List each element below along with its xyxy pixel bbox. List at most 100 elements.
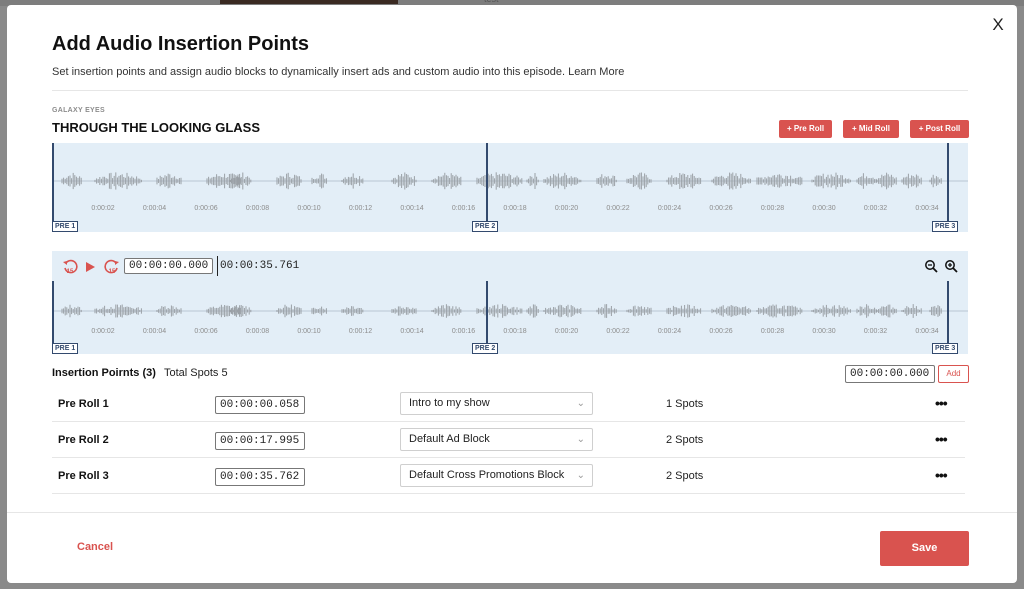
chevron-down-icon: ⌄ xyxy=(576,470,585,481)
add-mid-roll-button[interactable]: + Mid Roll xyxy=(843,120,899,138)
divider xyxy=(52,90,968,91)
more-icon[interactable]: ••• xyxy=(935,395,948,411)
insertion-marker-line[interactable] xyxy=(486,143,488,232)
waveform-detail[interactable]: 0:00:02 0:00:04 0:00:06 0:00:08 0:00:10 0:00:… xyxy=(52,281,968,354)
footer-divider xyxy=(7,512,1017,513)
skip-back-label: 15 xyxy=(67,269,74,275)
episode-title: THROUGH THE LOOKING GLASS xyxy=(52,120,260,135)
insertion-marker-tag[interactable]: PRE 3 xyxy=(932,221,959,232)
timeline-tick-label: 0:00:28 xyxy=(760,205,785,212)
audio-block-value: Default Ad Block xyxy=(409,433,490,445)
row-name: Pre Roll 3 xyxy=(58,470,109,482)
timeline-tick-label: 0:00:18 xyxy=(503,205,527,212)
table-row: Pre Roll 3 00:00:35.762 Default Cross Pr… xyxy=(52,458,965,494)
skip-forward-label: 15 xyxy=(109,269,116,275)
audio-block-select[interactable]: Default Ad Block ⌄ xyxy=(400,428,593,451)
new-insertion-time-field[interactable]: 00:00:00.000 xyxy=(845,365,935,383)
insertion-marker-tag[interactable]: PRE 3 xyxy=(932,343,959,354)
timeline-tick-label: 0:00:16 xyxy=(451,205,476,212)
table-row: Pre Roll 2 00:00:17.995 Default Ad Block… xyxy=(52,422,965,458)
waveform-graph xyxy=(52,172,968,190)
insertion-marker-line[interactable] xyxy=(52,143,54,232)
timeline-tick-label: 0:00:06 xyxy=(194,328,218,335)
row-name: Pre Roll 1 xyxy=(58,398,109,410)
timeline-tick-label: 0:00:20 xyxy=(554,328,579,335)
more-icon[interactable]: ••• xyxy=(935,431,948,447)
more-icon[interactable]: ••• xyxy=(935,467,948,483)
timeline-tick-label: 0:00:10 xyxy=(297,328,321,335)
add-insertion-button[interactable]: Add xyxy=(938,365,969,383)
timeline-tick-label: 0:00:24 xyxy=(657,328,682,335)
timeline-tick-label: 0:00:26 xyxy=(709,205,733,212)
insertion-marker-tag[interactable]: PRE 1 xyxy=(52,343,79,354)
time-divider xyxy=(217,256,218,276)
timeline-tick-label: 0:00:02 xyxy=(91,205,115,212)
timeline-tick-label: 0:00:16 xyxy=(451,328,476,335)
timeline-tick-label: 0:00:04 xyxy=(142,328,167,335)
row-time-field[interactable]: 00:00:17.995 xyxy=(215,432,305,450)
timeline-tick-label: 0:00:20 xyxy=(554,205,579,212)
timeline-tick-label: 0:00:30 xyxy=(812,328,836,335)
timeline-tick-label: 0:00:08 xyxy=(245,205,270,212)
add-pre-roll-button[interactable]: + Pre Roll xyxy=(779,120,832,138)
close-icon[interactable]: X xyxy=(988,15,1008,35)
modal-title: Add Audio Insertion Points xyxy=(52,33,310,55)
timeline-tick-label: 0:00:22 xyxy=(606,205,630,212)
timeline-tick-label: 0:00:18 xyxy=(503,328,527,335)
row-time-field[interactable]: 00:00:00.058 xyxy=(215,396,305,414)
timeline-tick-label: 0:00:02 xyxy=(91,328,115,335)
timeline-tick-label: 0:00:12 xyxy=(348,328,373,335)
timeline-tick-label: 0:00:32 xyxy=(863,328,888,335)
waveform-graph xyxy=(52,304,968,318)
insertion-marker-tag[interactable]: PRE 2 xyxy=(472,221,499,232)
skip-back-icon[interactable]: 15 xyxy=(62,259,78,280)
row-time-field[interactable]: 00:00:35.762 xyxy=(215,468,305,486)
chevron-down-icon: ⌄ xyxy=(576,434,585,445)
row-spots: 2 Spots xyxy=(666,470,704,482)
waveform-overview[interactable]: 0:00:02 0:00:04 0:00:06 0:00:08 0:00:10 0:00:… xyxy=(52,143,968,232)
current-time-field[interactable]: 00:00:00.000 xyxy=(124,258,214,274)
cancel-button[interactable]: Cancel xyxy=(77,541,113,553)
skip-forward-icon[interactable]: 15 xyxy=(104,259,120,280)
subtitle-text: Set insertion points and assign audio bl… xyxy=(52,66,566,78)
row-spots: 2 Spots xyxy=(666,434,704,446)
timeline-tick-label: 0:00:08 xyxy=(245,328,270,335)
table-row: Pre Roll 1 00:00:00.058 Intro to my show… xyxy=(52,386,965,422)
player-controls: 15 15 00:00:00.000 00:00:35.761 xyxy=(52,251,968,281)
timeline-tick-label: 0:00:10 xyxy=(297,205,321,212)
zoom-out-icon[interactable] xyxy=(924,259,938,278)
background-tag: test xyxy=(484,0,499,4)
save-button[interactable]: Save xyxy=(880,531,969,566)
insertion-marker-tag[interactable]: PRE 1 xyxy=(52,221,79,232)
total-spots: Total Spots 5 xyxy=(164,367,228,379)
timeline-tick-label: 0:00:24 xyxy=(657,205,682,212)
timeline-tick-label: 0:00:06 xyxy=(194,205,218,212)
audio-block-value: Default Cross Promotions Block xyxy=(409,469,565,481)
audio-block-select[interactable]: Intro to my show ⌄ xyxy=(400,392,593,415)
timeline-tick-label: 0:00:14 xyxy=(400,205,424,212)
insertion-points-header: Insertion Poirnts (3) xyxy=(52,367,156,379)
timeline-tick-label: 0:00:34 xyxy=(915,328,939,335)
row-name: Pre Roll 2 xyxy=(58,434,109,446)
timeline-tick-label: 0:00:28 xyxy=(760,328,785,335)
timeline-tick-label: 0:00:34 xyxy=(915,205,939,212)
audio-block-value: Intro to my show xyxy=(409,397,490,409)
modal-subtitle: Set insertion points and assign audio bl… xyxy=(52,66,624,78)
timeline-tick-label: 0:00:32 xyxy=(863,205,888,212)
timeline-tick-label: 0:00:30 xyxy=(812,205,836,212)
insertion-marker-line[interactable] xyxy=(947,143,949,232)
timeline-tick-label: 0:00:12 xyxy=(348,205,373,212)
zoom-in-icon[interactable] xyxy=(944,259,958,278)
play-icon[interactable] xyxy=(84,260,96,278)
row-spots: 1 Spots xyxy=(666,398,704,410)
show-name: GALAXY EYES xyxy=(52,107,105,114)
duration-text: 00:00:35.761 xyxy=(220,260,300,272)
background-thumbnail xyxy=(220,0,398,4)
add-post-roll-button[interactable]: + Post Roll xyxy=(910,120,969,138)
learn-more-link[interactable]: Learn More xyxy=(568,66,624,78)
timeline-tick-label: 0:00:26 xyxy=(709,328,733,335)
insertion-modal: X Add Audio Insertion Points Set inserti… xyxy=(7,5,1017,583)
insertion-marker-tag[interactable]: PRE 2 xyxy=(472,343,499,354)
audio-block-select[interactable]: Default Cross Promotions Block ⌄ xyxy=(400,464,593,487)
chevron-down-icon: ⌄ xyxy=(576,398,585,409)
